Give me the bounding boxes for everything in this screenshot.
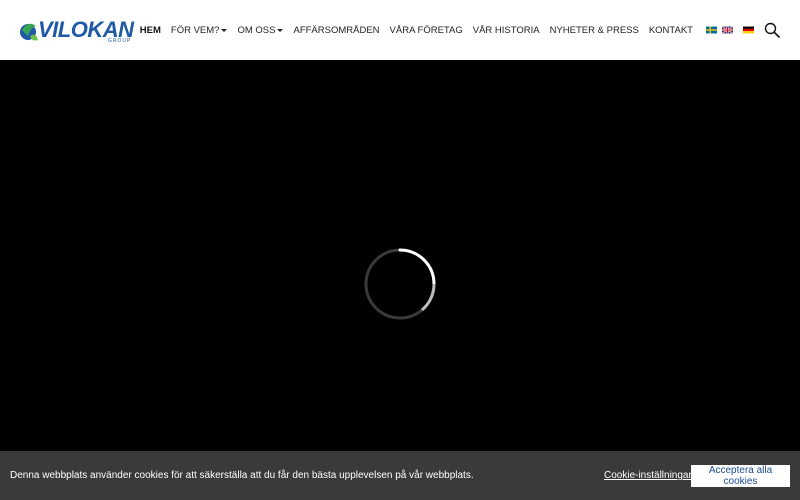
chevron-down-icon [277, 28, 284, 32]
cookie-message: Denna webbplats använder cookies för att… [10, 470, 474, 481]
site-header: VILOKAN GROUP HEM FÖR VEM? OM OSS AFFÄRS… [0, 0, 800, 60]
swedish-flag-icon[interactable] [706, 26, 717, 34]
uk-flag-icon[interactable] [722, 26, 733, 34]
cookie-settings-link[interactable]: Cookie-inställningar [604, 470, 692, 481]
nav-item-affarsomraden[interactable]: AFFÄRSOMRÅDEN [293, 25, 379, 36]
accept-cookies-button[interactable]: Acceptera alla cookies [691, 465, 790, 487]
hero-video-area [0, 60, 800, 450]
logo-subtitle: GROUP [108, 38, 132, 44]
nav-item-var-historia[interactable]: VÅR HISTORIA [473, 25, 540, 36]
main-navigation: HEM FÖR VEM? OM OSS AFFÄRSOMRÅDEN VÅRA F… [130, 0, 780, 60]
nav-item-nyheter-press[interactable]: NYHETER & PRESS [550, 25, 639, 36]
nav-item-hem[interactable]: HEM [140, 25, 161, 36]
chevron-down-icon [221, 28, 228, 32]
cookie-banner: Denna webbplats använder cookies för att… [0, 451, 800, 500]
nav-item-vara-foretag[interactable]: VÅRA FÖRETAG [390, 25, 463, 36]
loading-spinner-icon [364, 248, 436, 320]
search-icon[interactable] [764, 22, 780, 38]
nav-item-kontakt[interactable]: KONTAKT [649, 25, 693, 36]
language-selector [701, 26, 754, 34]
nav-item-om-oss[interactable]: OM OSS [237, 25, 284, 36]
nav-item-for-vem[interactable]: FÖR VEM? [171, 25, 228, 36]
german-flag-icon[interactable] [743, 26, 754, 34]
